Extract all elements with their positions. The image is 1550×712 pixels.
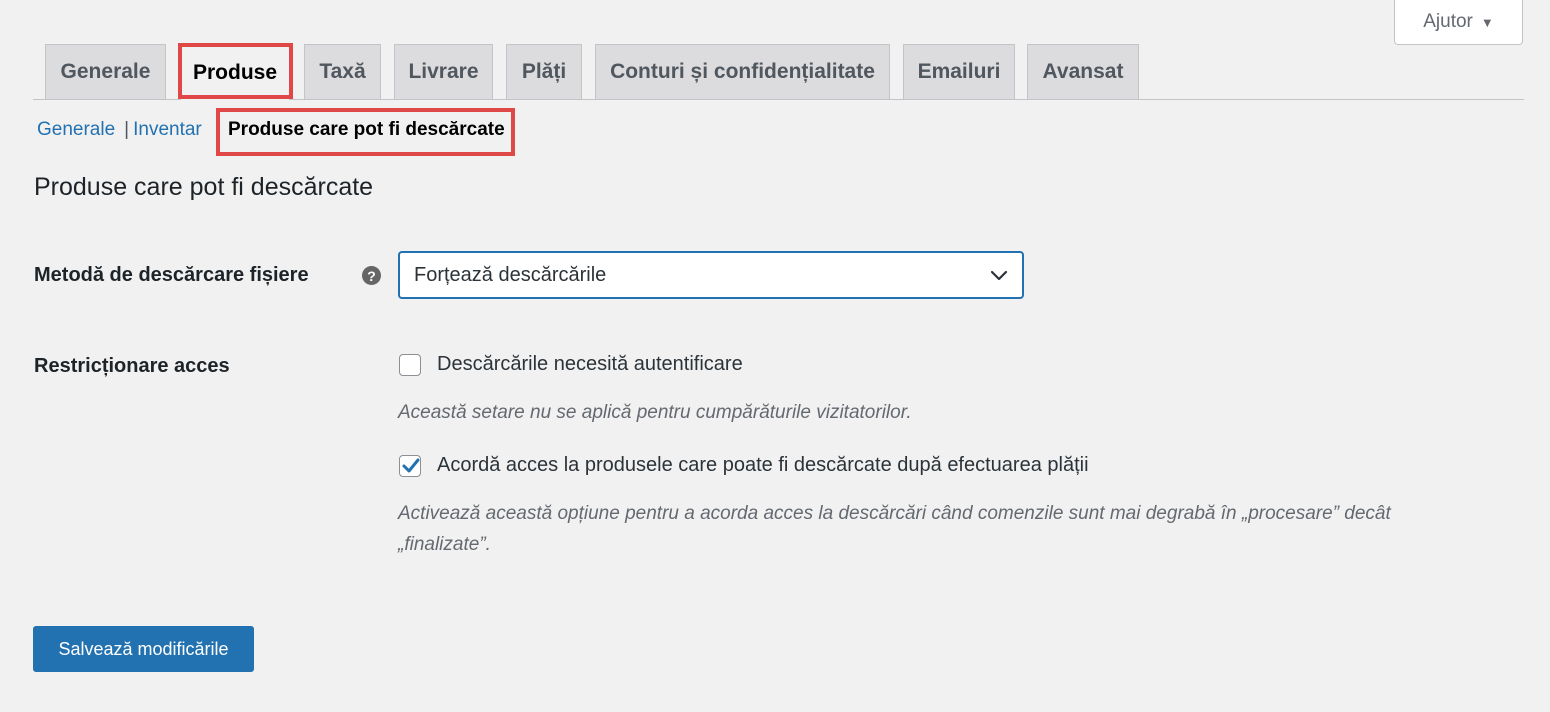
tab-label: Livrare [408, 60, 479, 83]
checkmark-icon [402, 458, 420, 473]
require-login-label[interactable]: Descărcările necesită autentificare [437, 353, 743, 376]
caret-down-icon: ▼ [1480, 14, 1494, 30]
tab-conturi[interactable]: Conturi și confidențialitate [595, 44, 890, 99]
grant-access-description-line1: Activează această opțiune pentru a acord… [398, 503, 1391, 524]
download-method-select[interactable]: Forțează descărcările [398, 251, 1024, 299]
tab-label: Produse [192, 60, 278, 84]
tab-emailuri[interactable]: Emailuri [903, 44, 1015, 99]
tab-label: Generale [60, 60, 151, 83]
grant-access-label[interactable]: Acordă acces la produsele care poate fi … [437, 454, 1089, 477]
grant-access-description-line2: „finalizate”. [398, 534, 491, 555]
require-login-description: Această setare nu se aplică pentru cumpă… [398, 402, 912, 423]
tab-produse[interactable]: Produse [180, 44, 290, 100]
chevron-down-icon [990, 270, 1008, 281]
tab-label: Plăți [521, 60, 567, 83]
help-label: Ajutor [1423, 11, 1473, 32]
tab-taxa[interactable]: Taxă [304, 44, 381, 99]
subnav-current: Produse care pot fi descărcate [228, 119, 505, 140]
tab-generale[interactable]: Generale [45, 44, 166, 99]
tab-label: Taxă [319, 60, 366, 83]
tab-label: Emailuri [917, 60, 1001, 83]
subnav-link-generale[interactable]: Generale [37, 119, 115, 141]
tab-label: Conturi și confidențialitate [610, 60, 875, 83]
grant-access-description: Activează această opțiune pentru a acord… [398, 498, 1518, 560]
download-method-value: Forțează descărcările [414, 263, 607, 286]
sub-navigation: Generale | Inventar Produse care pot fi … [37, 116, 505, 144]
require-login-checkbox[interactable] [399, 354, 421, 376]
tab-label: Avansat [1042, 60, 1124, 83]
settings-tabs: Generale Produse Taxă Livrare Plăți Cont… [33, 44, 1524, 100]
subnav-separator: | [124, 119, 130, 140]
subnav-link-inventar[interactable]: Inventar [133, 119, 202, 141]
page-title: Produse care pot fi descărcate [34, 173, 374, 201]
grant-access-checkbox[interactable] [399, 455, 421, 477]
tab-avansat[interactable]: Avansat [1027, 44, 1139, 99]
download-method-label: Metodă de descărcare fișiere [34, 264, 309, 286]
help-button[interactable]: Ajutor ▼ [1394, 0, 1523, 45]
tab-plati[interactable]: Plăți [506, 44, 582, 99]
help-tip-icon[interactable]: ? [362, 266, 381, 285]
tab-livrare[interactable]: Livrare [394, 44, 493, 99]
save-changes-button[interactable]: Salvează modificările [33, 626, 254, 672]
access-restriction-label: Restricționare acces [34, 355, 230, 377]
